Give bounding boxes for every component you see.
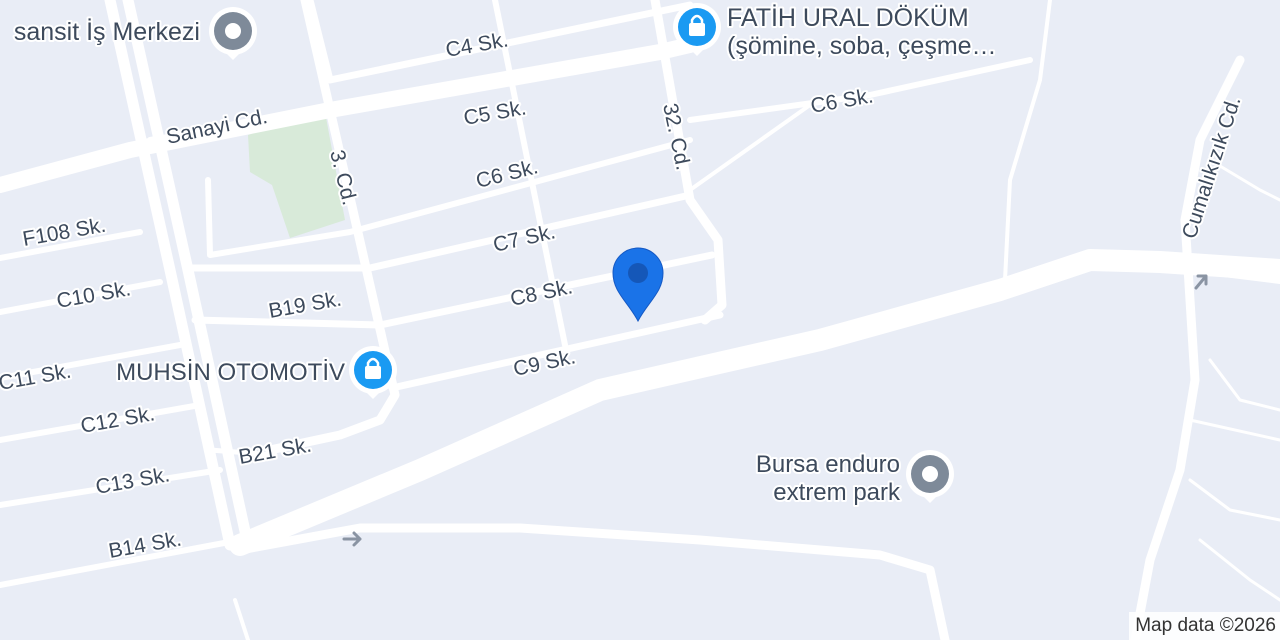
street-label-b19: B19 Sk.: [267, 288, 343, 323]
map-view[interactable]: C4 Sk. C5 Sk. C6 Sk. C6 Sk. C7 Sk. C8 Sk…: [0, 0, 1280, 640]
road-minor-right-1: [1208, 358, 1280, 412]
street-label-c4: C4 Sk.: [444, 28, 510, 62]
poi-label-fatih-line1[interactable]: FATİH URAL DÖKÜM: [725, 1, 971, 34]
poi-label-sansit[interactable]: sansit İş Merkezi: [12, 15, 202, 48]
oneway-arrow-icon: [1194, 274, 1208, 290]
road-minor-right-2: [1188, 478, 1280, 522]
street-label-c9: C9 Sk.: [511, 345, 577, 381]
road-right-boundary: [1003, 0, 1052, 282]
generic-place-icon[interactable]: [209, 7, 257, 60]
road-arterial-left-a: [104, 0, 236, 551]
road-highway: [229, 249, 1280, 556]
road-minor-right-3: [1188, 418, 1280, 442]
poi-label-bursa-line1[interactable]: Bursa enduro: [754, 449, 902, 480]
map-attribution: Map data ©2026: [1129, 612, 1280, 640]
road-arterial-left-b: [122, 0, 254, 551]
poi-label-bursa-line2[interactable]: extrem park: [771, 477, 903, 508]
location-pin-icon[interactable]: [612, 247, 664, 323]
poi-label-muhsin[interactable]: MUHSİN OTOMOTİV: [114, 357, 347, 388]
street-label-32-cd: 32. Cd.: [658, 101, 695, 172]
street-label-c10: C10 Sk.: [55, 277, 133, 313]
map-canvas[interactable]: C4 Sk. C5 Sk. C6 Sk. C6 Sk. C7 Sk. C8 Sk…: [0, 0, 1280, 640]
street-label-b21: B21 Sk.: [237, 434, 313, 469]
street-label-c8: C8 Sk.: [508, 275, 574, 311]
street-label-c11: C11 Sk.: [0, 360, 73, 395]
road-bottom-stub: [233, 598, 250, 640]
street-label-c6-right: C6 Sk.: [809, 84, 875, 118]
road-minor-right-4: [1198, 538, 1280, 602]
poi-label-fatih-line2[interactable]: (şömine, soba, çeşme…: [725, 30, 999, 62]
generic-place-icon[interactable]: [906, 450, 954, 503]
street-label-c12: C12 Sk.: [79, 402, 157, 438]
road-lower-curve: [235, 523, 950, 640]
street-label-c13: C13 Sk.: [94, 463, 172, 499]
